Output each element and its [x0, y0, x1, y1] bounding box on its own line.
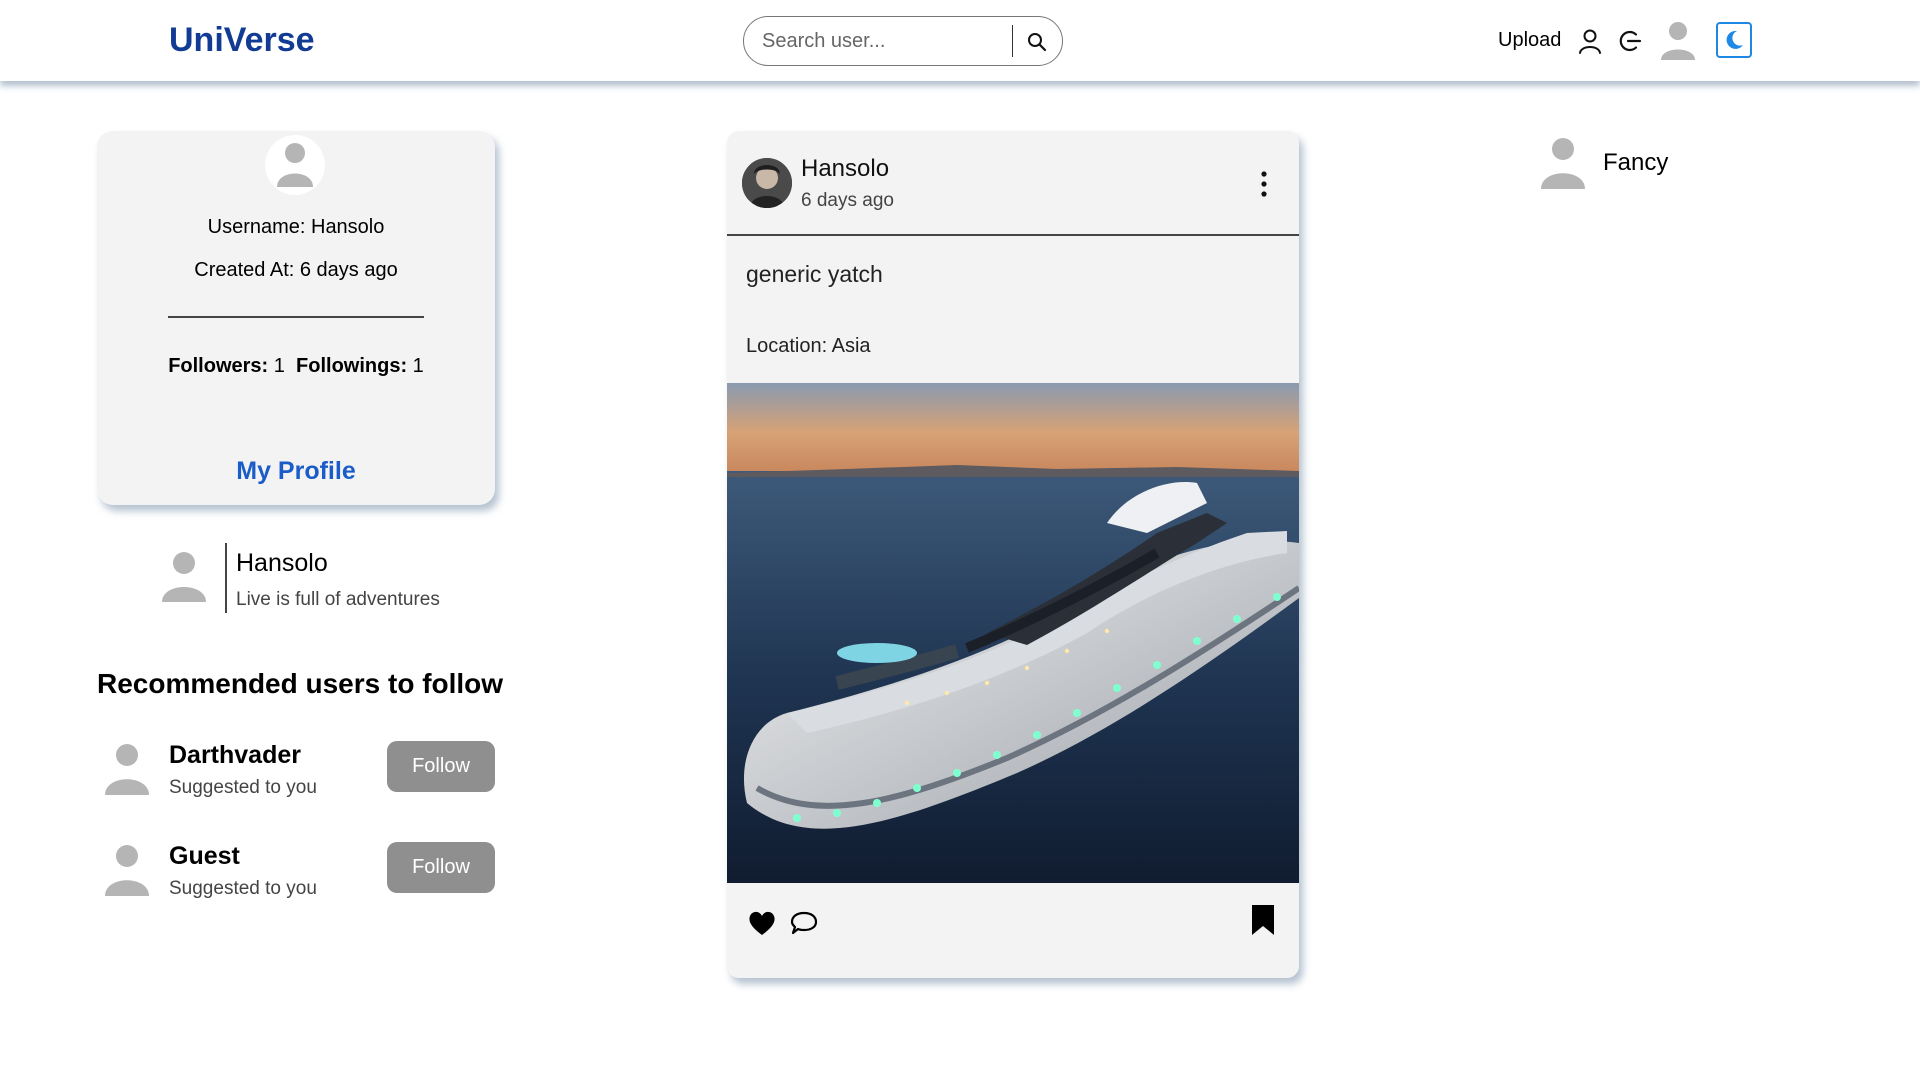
- user-avatar-icon: [1541, 138, 1585, 189]
- profile-avatar: [265, 135, 325, 195]
- bio-name: Hansolo: [236, 549, 328, 577]
- logout-icon[interactable]: [1615, 27, 1643, 55]
- post-timestamp: 6 days ago: [801, 190, 894, 211]
- recommended-user-subtitle: Suggested to you: [169, 777, 317, 798]
- more-vertical-icon[interactable]: [1257, 169, 1271, 199]
- post-image: [727, 383, 1299, 883]
- user-avatar-icon: [277, 143, 313, 187]
- followings-count: 1: [412, 355, 424, 377]
- post-author-name[interactable]: Hansolo: [801, 155, 889, 183]
- bio-avatar: [162, 552, 206, 602]
- list-item: Darthvader Suggested to you Follow: [97, 737, 497, 807]
- divider: [727, 234, 1299, 236]
- app-logo[interactable]: UniVerse: [169, 21, 315, 60]
- comment-icon[interactable]: [789, 909, 819, 937]
- bookmark-icon[interactable]: [1250, 903, 1276, 937]
- search-bar: [743, 16, 1063, 66]
- search-input[interactable]: [762, 27, 1027, 55]
- moon-icon: [1726, 30, 1743, 49]
- user-avatar-icon[interactable]: [103, 741, 151, 797]
- profile-card: Username: Hansolo Created At: 6 days ago…: [97, 131, 495, 505]
- profile-created-at: Created At: 6 days ago: [194, 259, 398, 281]
- search-icon: [1028, 33, 1047, 52]
- followings-label: Followings:: [296, 355, 408, 377]
- post-caption: generic yatch: [746, 261, 883, 287]
- author-photo: [742, 158, 792, 208]
- list-item: Guest Suggested to you Follow: [97, 838, 497, 908]
- post-location: Location: Asia: [746, 335, 871, 357]
- user-icon[interactable]: [1576, 27, 1604, 55]
- follow-button[interactable]: Follow: [387, 741, 495, 792]
- recommended-title: Recommended users to follow: [97, 668, 504, 699]
- theme-toggle-button[interactable]: [1716, 22, 1752, 58]
- post-author-avatar[interactable]: [742, 158, 792, 208]
- recommended-user-name[interactable]: Guest: [169, 842, 240, 871]
- followers-count: 1: [273, 355, 285, 377]
- followers-label: Followers:: [168, 355, 269, 377]
- divider: [168, 316, 424, 318]
- online-user-item[interactable]: Fancy: [1535, 131, 1735, 191]
- my-profile-link[interactable]: My Profile: [97, 457, 495, 486]
- upload-link[interactable]: Upload: [1498, 29, 1561, 52]
- heart-icon[interactable]: [747, 909, 777, 937]
- search-button[interactable]: [1020, 25, 1054, 59]
- recommended-user-subtitle: Suggested to you: [169, 878, 317, 899]
- post-card: Hansolo 6 days ago generic yatch Locatio…: [727, 131, 1299, 978]
- profile-username: Username: Hansolo: [207, 216, 385, 238]
- top-navbar: UniVerse Upload: [0, 0, 1920, 81]
- bio-divider: [225, 543, 227, 613]
- bio-text: Live is full of adventures: [236, 589, 440, 610]
- user-avatar-icon[interactable]: [103, 842, 151, 898]
- follow-button[interactable]: Follow: [387, 842, 495, 893]
- online-user-name: Fancy: [1603, 149, 1669, 176]
- search-divider: [1012, 25, 1013, 57]
- profile-stats: Followers: 1 Followings: 1: [97, 355, 495, 378]
- recommended-user-name[interactable]: Darthvader: [169, 741, 301, 770]
- avatar[interactable]: [1659, 20, 1697, 62]
